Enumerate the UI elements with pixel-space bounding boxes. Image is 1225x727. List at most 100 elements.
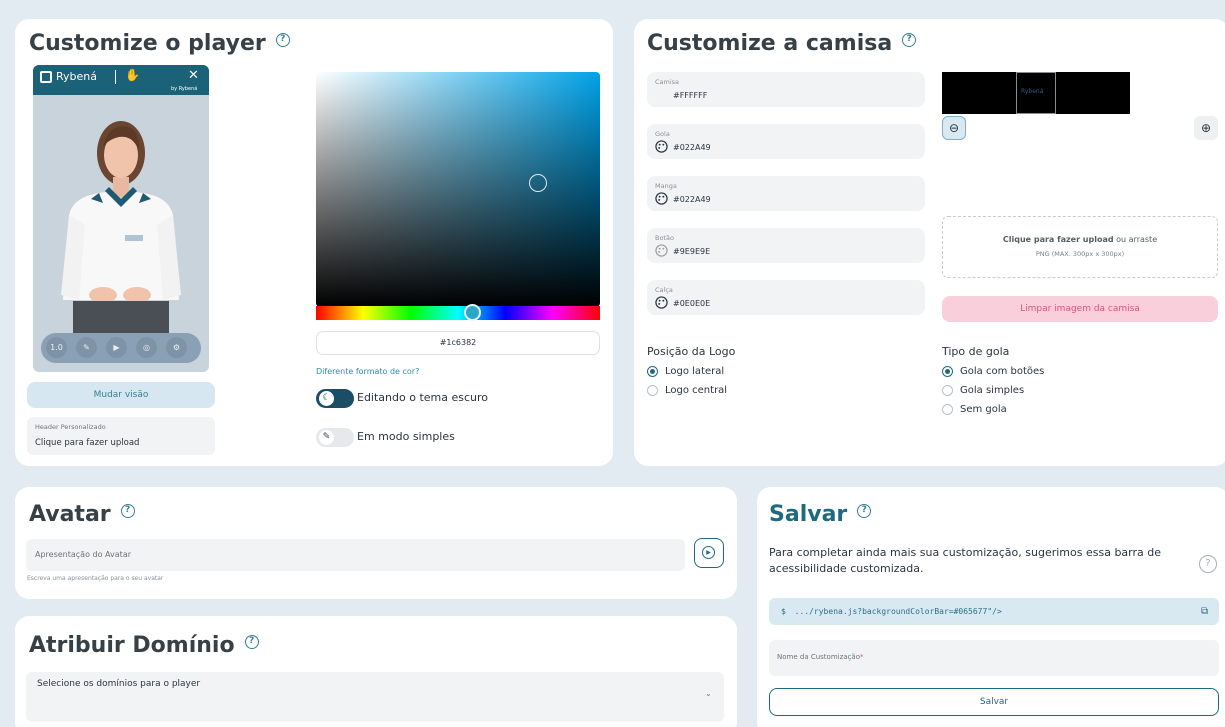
radio-collar-buttons[interactable]: Gola com botões [942,366,1044,377]
code-prompt: $ [781,607,786,616]
save-description: Para completar ainda mais sua customizaç… [769,546,1162,575]
dark-theme-label: Editando o tema escuro [357,391,489,404]
avatar-presentation-input[interactable]: Apresentação do Avatar [26,539,685,571]
header-upload-link: Clique para fazer upload [35,438,140,448]
help-icon[interactable]: ? [244,635,259,649]
zoom-in-button[interactable]: ⊕ [1194,116,1218,140]
radio-selected-icon[interactable] [942,366,953,377]
help-icon[interactable]: ? [275,33,290,47]
required-mark: * [859,653,864,661]
button-color-field[interactable]: Botão #9E9E9E [647,228,925,263]
preview-logo: Rybená [1021,88,1044,95]
domain-select[interactable]: Selecione os domínios para o player ⌄ [26,672,724,722]
zoom-out-button[interactable]: ⊖ [942,116,966,140]
clear-button-label: Limpar imagem da camisa [1020,304,1140,314]
domain-title-wrap: Atribuir Domínio? [29,633,259,658]
hue-slider-handle[interactable] [464,304,481,321]
shirt-title-wrap: Customize a camisa? [647,31,917,56]
radio-icon[interactable] [942,385,953,396]
copy-icon[interactable]: ⧉ [1201,598,1208,625]
code-text: .../rybena.js?backgroundColorBar=#065677… [794,607,1002,616]
radio-collar-simple[interactable]: Gola simples [942,385,1024,396]
color-picker-cursor[interactable] [529,174,547,192]
radio-logo-lateral[interactable]: Logo lateral [647,366,724,377]
help-icon[interactable]: ? [902,33,917,47]
upload-text: Clique para fazer upload ou arraste [943,235,1217,244]
field-label: Botão [655,234,674,242]
speed-label: 1.0 [50,343,63,352]
player-controls: 1.0 ✎ ▶ ◎ ⚙ [41,333,201,363]
help-icon[interactable]: ? [120,504,135,518]
dark-theme-toggle[interactable]: ☾ [316,389,354,408]
speed-button[interactable]: 1.0 [46,337,67,358]
avatar-input-label: Apresentação do Avatar [35,550,132,559]
settings-icon[interactable]: ⚙ [166,337,187,358]
save-button-label: Salvar [979,697,1009,707]
upload-hint: PNG (MAX. 300px x 300px) [1035,250,1125,258]
domain-card: Atribuir Domínio? Selecione os domínios … [15,616,737,727]
radio-label: Logo central [665,385,728,396]
subtitle-icon[interactable]: ◎ [136,337,157,358]
domain-title: Atribuir Domínio [29,633,235,658]
shirt-color-field[interactable]: Camisa #FFFFFF [647,72,925,107]
edit-icon[interactable]: ✎ [76,337,97,358]
radio-icon[interactable] [647,385,658,396]
simple-mode-toggle[interactable]: ✎ [316,428,354,447]
field-label: Manga [655,182,677,190]
play-icon[interactable]: ▶ [106,337,127,358]
header-upload-label: Header Personalizado [35,423,106,431]
radio-label: Gola com botões [960,366,1045,377]
save-card: Salvar? Para completar ainda mais sua cu… [757,487,1225,727]
palette-icon [655,296,668,309]
question-icon[interactable]: ? [1199,555,1217,573]
simple-mode-label: Em modo simples [357,430,455,443]
shirt-image-preview: Rybená [942,72,1130,114]
clear-shirt-image-button[interactable]: Limpar imagem da camisa [942,296,1218,322]
rybena-logo-icon [40,71,52,83]
field-label: Camisa [655,78,680,86]
save-title: Salvar [769,502,848,527]
customization-name-input[interactable]: Nome da Customização* [769,640,1219,676]
color-format-link[interactable]: Diferente formato de cor? [316,367,419,376]
close-icon[interactable]: ✕ [188,68,199,83]
palette-icon [655,140,668,153]
radio-icon[interactable] [942,404,953,415]
brush-icon: ✎ [319,430,334,445]
avatar-figure [33,95,209,335]
field-value: #FFFFFF [673,91,708,100]
hex-value: #1c6382 [439,338,477,347]
sleeve-color-field[interactable]: Manga #022A49 [647,176,925,211]
field-value: #0E0E0E [673,299,711,308]
header-upload-field[interactable]: Header Personalizado Clique para fazer u… [27,417,215,455]
color-picker-area[interactable] [316,72,600,307]
brand-small: by Rybená [171,86,198,92]
field-value: #022A49 [673,195,711,204]
save-button[interactable]: Salvar [769,688,1219,716]
field-label: Gola [655,130,670,138]
radio-logo-central[interactable]: Logo central [647,385,727,396]
play-circle-icon: ▶ [702,546,715,559]
radio-label: Gola simples [960,385,1025,396]
radio-label: Sem gola [960,404,1007,415]
hex-input[interactable]: #1c6382 [316,331,600,355]
radio-no-collar[interactable]: Sem gola [942,404,1007,415]
radio-label: Logo lateral [665,366,725,377]
pants-color-field[interactable]: Calça #0E0E0E [647,280,925,315]
hue-slider[interactable] [316,304,600,321]
name-label-text: Nome da Customização [777,653,860,661]
field-label: Calça [655,286,673,294]
avatar-play-button[interactable]: ▶ [694,538,724,568]
hand-icon[interactable]: ✋ [125,68,140,82]
shirt-upload-dropzone[interactable]: Clique para fazer upload ou arraste PNG … [942,216,1218,278]
collar-color-field[interactable]: Gola #022A49 [647,124,925,159]
player-card: Customize o player? Rybená ✋ ✕ by Rybená [15,19,613,466]
customization-name-label: Nome da Customização* [777,653,863,661]
moon-icon: ☾ [319,391,334,406]
help-icon[interactable]: ? [857,504,872,518]
change-view-button[interactable]: Mudar visão [27,382,215,408]
crop-frame[interactable]: Rybená [1016,72,1056,114]
palette-icon [655,192,668,205]
logo-position-title: Posição da Logo [647,345,736,358]
player-preview: Rybená ✋ ✕ by Rybená 1.0 ✎ ▶ ◎ ⚙ [33,65,209,372]
radio-selected-icon[interactable] [647,366,658,377]
